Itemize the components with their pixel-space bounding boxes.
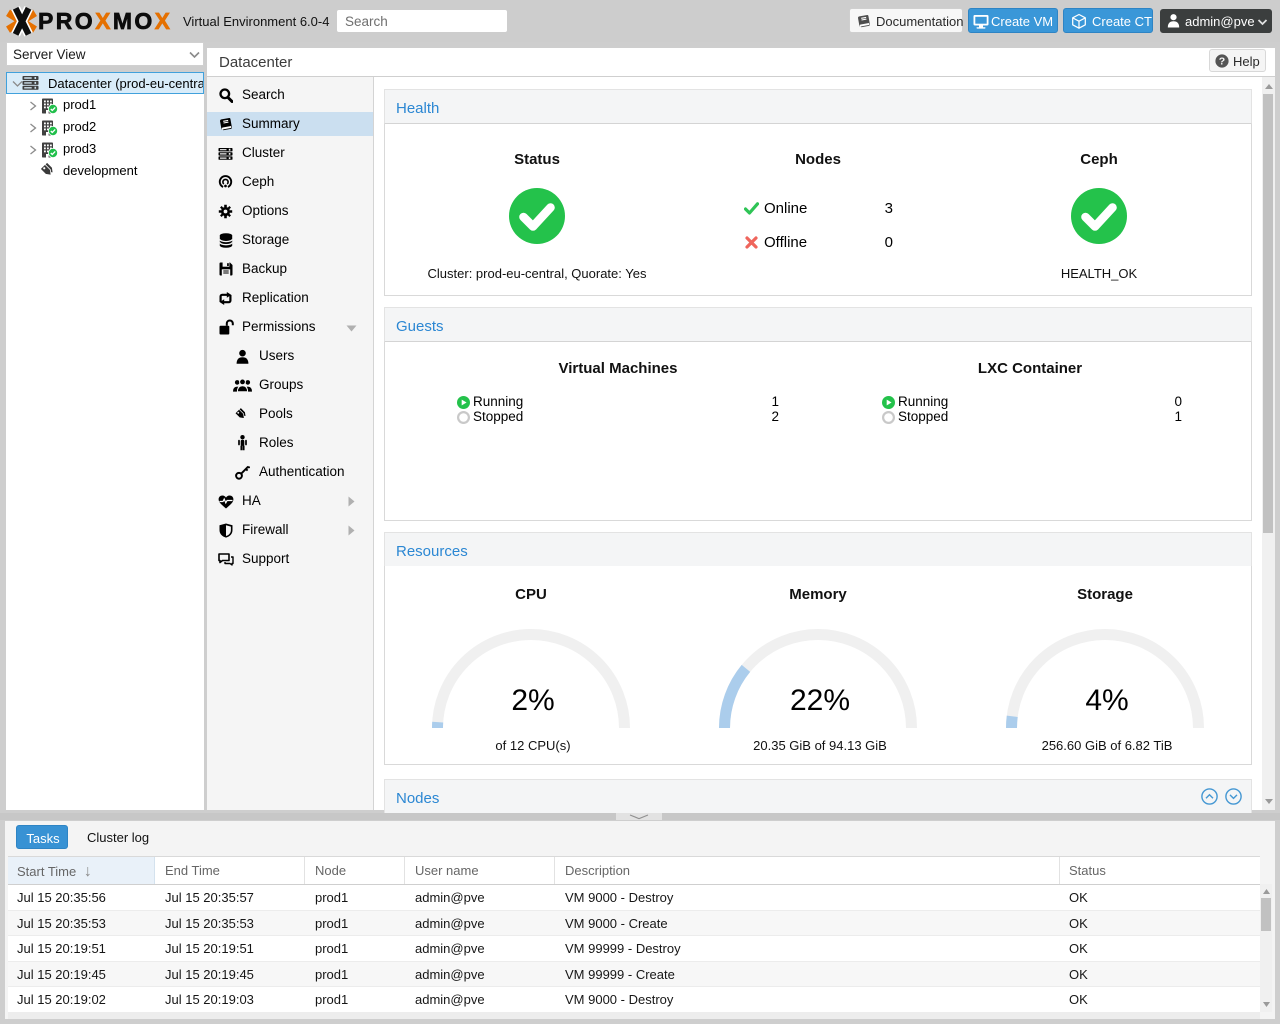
svg-text:?: ?: [1219, 56, 1225, 68]
